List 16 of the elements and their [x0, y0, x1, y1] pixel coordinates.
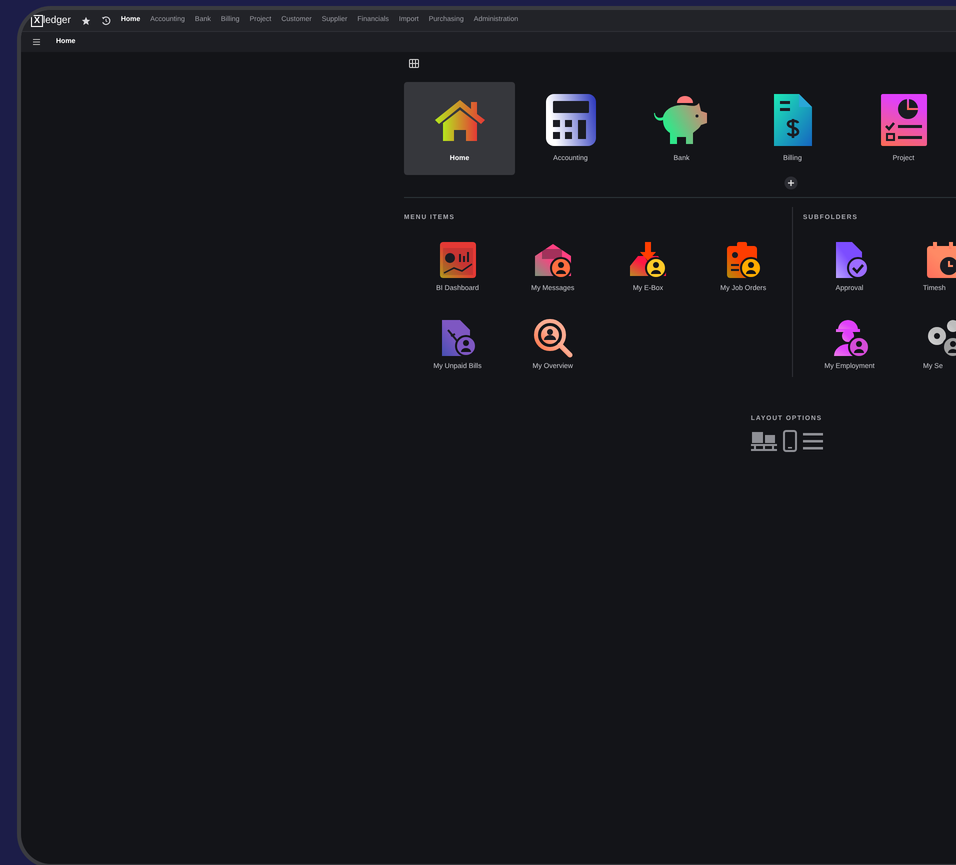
tiles-layout-icon[interactable]: [750, 430, 776, 451]
menu-icon[interactable]: [33, 39, 40, 45]
star-icon[interactable]: [80, 16, 91, 26]
add-icon[interactable]: [784, 176, 798, 190]
mobile-layout-icon[interactable]: [782, 430, 796, 452]
tray-download-person-icon: [628, 240, 668, 280]
invoice-dollar-icon: [772, 93, 812, 147]
xledger-logo[interactable]: X ledger: [31, 13, 71, 28]
history-icon[interactable]: [100, 16, 111, 26]
list-layout-icon[interactable]: [802, 432, 822, 450]
report-chart-icon: [880, 93, 928, 147]
grid-icon[interactable]: [409, 59, 419, 68]
calculator-icon: [544, 93, 596, 147]
dashboard-chart-icon: [438, 240, 478, 280]
magnifier-person-icon: [532, 318, 573, 358]
house-icon: [432, 98, 486, 142]
